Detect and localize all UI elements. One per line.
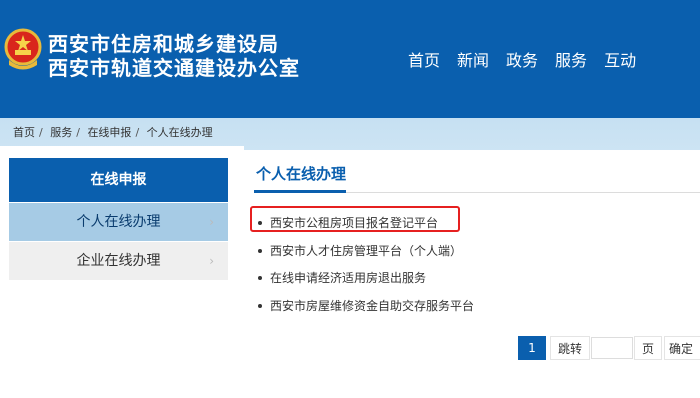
breadcrumb-home[interactable]: 首页 xyxy=(13,126,35,139)
chevron-right-icon: › xyxy=(209,254,214,268)
bullet-icon xyxy=(258,248,262,253)
site-header: 西安市住房和城乡建设局 西安市轨道交通建设办公室 首页 新闻 政务 服务 互动 xyxy=(0,0,700,118)
list-item[interactable]: 西安市房屋维修资金自助交存服务平台 xyxy=(258,297,474,314)
main-nav: 首页 新闻 政务 服务 互动 xyxy=(408,50,653,72)
sidebar-item-enterprise[interactable]: 企业在线办理 › xyxy=(9,242,228,280)
sidebar-item-personal[interactable]: 个人在线办理 › xyxy=(9,203,228,241)
list-item[interactable]: 在线申请经济适用房退出服务 xyxy=(258,269,426,286)
list-item-label: 西安市房屋维修资金自助交存服务平台 xyxy=(270,299,475,313)
highlight-box xyxy=(250,206,460,232)
nav-interaction[interactable]: 互动 xyxy=(604,50,636,72)
main-panel: 个人在线办理 西安市公租房项目报名登记平台 西安市人才住房管理平台（个人端） 在… xyxy=(242,150,700,398)
pagination-confirm-button[interactable]: 确定 xyxy=(664,336,700,360)
national-emblem-icon[interactable] xyxy=(4,28,42,72)
sidebar: 在线申报 个人在线办理 › 企业在线办理 › xyxy=(0,146,244,398)
bullet-icon xyxy=(258,303,262,308)
sidebar-item-label: 个人在线办理 xyxy=(76,214,161,230)
breadcrumb-services[interactable]: 服务 xyxy=(50,126,72,139)
list-item-label: 在线申请经济适用房退出服务 xyxy=(270,271,427,285)
site-title-line1: 西安市住房和城乡建设局 xyxy=(48,32,279,56)
site-title-line2: 西安市轨道交通建设办公室 xyxy=(48,56,300,80)
pagination-page-input[interactable] xyxy=(591,337,633,359)
list-item-label: 西安市人才住房管理平台（个人端） xyxy=(270,244,463,258)
title-underline xyxy=(254,190,346,193)
site-title[interactable]: 西安市住房和城乡建设局 西安市轨道交通建设办公室 xyxy=(48,32,300,80)
sidebar-title: 在线申报 xyxy=(9,158,228,202)
breadcrumb-online-application[interactable]: 在线申报 xyxy=(87,126,131,139)
sidebar-item-label: 企业在线办理 xyxy=(76,253,161,269)
nav-home[interactable]: 首页 xyxy=(408,50,440,72)
nav-news[interactable]: 新闻 xyxy=(457,50,489,72)
breadcrumb: 首页 / 服务 / 在线申报 / 个人在线办理 xyxy=(13,124,215,140)
page-title: 个人在线办理 xyxy=(256,165,347,183)
pagination-jump-label: 跳转 xyxy=(550,336,590,360)
list-item[interactable]: 西安市人才住房管理平台（个人端） xyxy=(258,242,462,259)
pagination-page-label: 页 xyxy=(634,336,662,360)
breadcrumb-separator: / xyxy=(76,126,80,139)
breadcrumb-separator: / xyxy=(135,126,140,139)
breadcrumb-separator: / xyxy=(39,126,43,139)
pagination-page-1[interactable]: 1 xyxy=(518,336,546,360)
nav-services[interactable]: 服务 xyxy=(555,50,587,72)
nav-government[interactable]: 政务 xyxy=(506,50,538,72)
chevron-right-icon: › xyxy=(209,215,214,229)
breadcrumb-current: 个人在线办理 xyxy=(146,126,213,139)
bullet-icon xyxy=(258,275,262,280)
